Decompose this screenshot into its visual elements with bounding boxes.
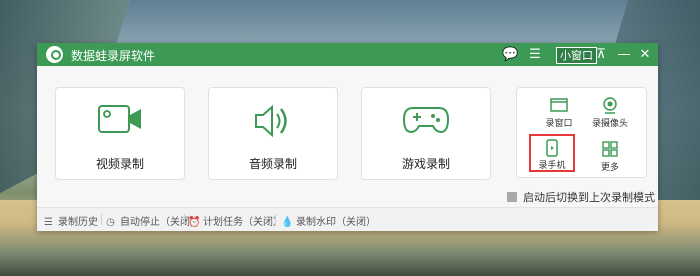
pin-icon[interactable]: ⊼ <box>594 46 608 63</box>
alarm-icon: ⏰ <box>188 217 201 228</box>
record-history-label: 录制历史 <box>58 217 98 228</box>
record-phone-label: 录手机 <box>538 161 566 171</box>
restore-last-mode-checkbox[interactable]: 启动后切换到上次录制模式 <box>507 189 655 205</box>
audio-record-label: 音频录制 <box>248 157 297 171</box>
app-window: 数据蛙录屏软件 💬 ☰ 小窗口 ⊼ — ✕ 视频录制 音频录制 游戏录制 录窗口… <box>37 43 658 231</box>
window-icon <box>537 97 581 115</box>
more-modes-panel: 录窗口 录摄像头 录手机 更多 <box>516 87 647 178</box>
webcam-icon <box>588 97 632 115</box>
game-record-label: 游戏录制 <box>401 157 450 171</box>
video-record-label: 视频录制 <box>95 157 144 171</box>
video-record-card[interactable]: 视频录制 <box>55 87 185 180</box>
phone-icon <box>531 139 573 157</box>
record-window-button[interactable]: 录窗口 <box>537 94 581 129</box>
scheduled-task-link[interactable]: ⏰ 计划任务（关闭） <box>188 213 283 228</box>
app-logo-icon <box>46 46 63 63</box>
watermark-label: 录制水印（关闭） <box>296 217 376 228</box>
record-webcam-button[interactable]: 录摄像头 <box>588 94 632 129</box>
checkbox-box[interactable] <box>507 192 517 202</box>
drop-icon: 💧 <box>281 217 294 228</box>
app-title: 数据蛙录屏软件 <box>71 49 156 63</box>
close-icon[interactable]: ✕ <box>638 46 652 63</box>
record-phone-button[interactable]: 录手机 <box>529 134 575 172</box>
grid-icon <box>588 141 632 159</box>
minimize-icon[interactable]: — <box>617 46 631 63</box>
divider <box>101 214 102 225</box>
speaker-icon <box>209 102 337 140</box>
divider <box>184 214 185 225</box>
gamepad-icon <box>362 102 490 140</box>
menu-icon[interactable]: ☰ <box>527 46 543 63</box>
more-label: 更多 <box>600 163 619 173</box>
record-webcam-label: 录摄像头 <box>591 119 628 129</box>
clock-icon: ◷ <box>106 217 115 228</box>
mini-window-button[interactable]: 小窗口 <box>556 47 597 64</box>
auto-stop-link[interactable]: ◷ 自动停止（关闭） <box>105 213 200 228</box>
record-history-link[interactable]: ☰ 录制历史 <box>43 213 98 228</box>
checkbox-label: 启动后切换到上次录制模式 <box>523 191 655 204</box>
chat-icon[interactable]: 💬 <box>502 46 518 63</box>
video-camera-icon <box>56 102 184 140</box>
game-record-card[interactable]: 游戏录制 <box>361 87 491 180</box>
watermark-link[interactable]: 💧 录制水印（关闭） <box>281 213 376 228</box>
more-button[interactable]: 更多 <box>588 138 632 173</box>
footer-bar: ☰ 录制历史 ◷ 自动停止（关闭） ⏰ 计划任务（关闭） 💧 录制水印（关闭） <box>37 207 658 231</box>
record-window-label: 录窗口 <box>545 119 573 129</box>
audio-record-card[interactable]: 音频录制 <box>208 87 338 180</box>
titlebar: 数据蛙录屏软件 💬 ☰ 小窗口 ⊼ — ✕ <box>37 43 658 66</box>
list-icon: ☰ <box>44 217 53 228</box>
divider <box>275 214 276 225</box>
scheduled-task-label: 计划任务（关闭） <box>203 217 283 228</box>
